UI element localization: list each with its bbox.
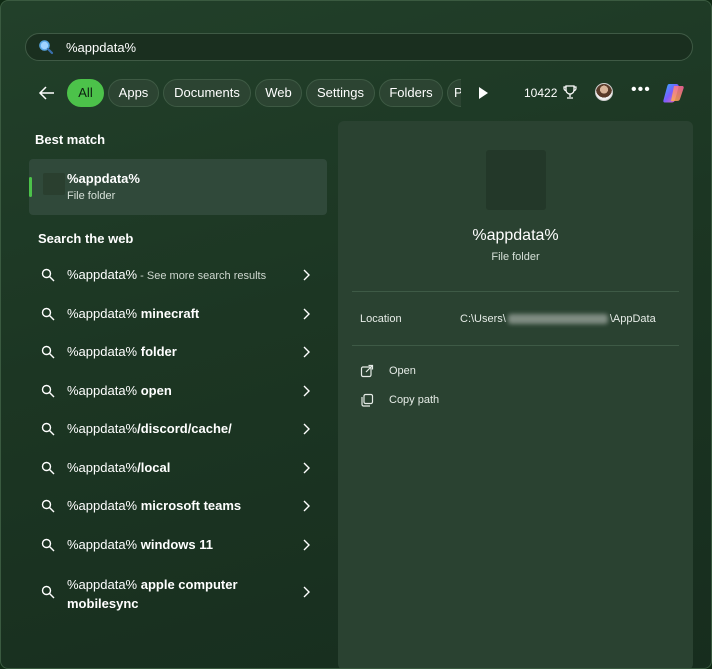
folder-icon <box>486 150 546 210</box>
location-suffix: \AppData <box>609 313 656 325</box>
web-result-row[interactable]: %appdata% apple computer mobilesync <box>27 567 329 615</box>
web-result-row[interactable]: %appdata% minecraft <box>27 296 329 332</box>
web-result-row[interactable]: %appdata%/local <box>27 450 329 486</box>
web-result-query: %appdata% <box>67 537 138 552</box>
tab-settings[interactable]: Settings <box>306 79 375 107</box>
web-result-row[interactable]: %appdata% microsoft teams <box>27 488 329 524</box>
best-match-item[interactable]: %appdata% File folder <box>29 159 327 215</box>
web-result-suffix: folder <box>137 344 177 359</box>
chevron-right-icon <box>303 462 310 474</box>
copy-path-label: Copy path <box>389 394 440 406</box>
web-result-suffix: /local <box>137 460 171 475</box>
selection-indicator <box>29 177 32 197</box>
web-result-suffix: minecraft <box>137 306 200 321</box>
chevron-right-icon <box>303 500 310 512</box>
search-box[interactable]: %appdata% <box>25 33 693 61</box>
detail-title: %appdata% <box>472 227 559 244</box>
web-result-suffix: /discord/cache/ <box>137 421 232 436</box>
web-result-row[interactable]: %appdata% open <box>27 373 329 409</box>
web-result-row[interactable]: %appdata% folder <box>27 334 329 370</box>
search-input[interactable]: %appdata% <box>66 40 136 55</box>
web-result-query: %appdata% <box>67 306 138 321</box>
redacted-username <box>507 314 608 325</box>
tab-documents[interactable]: Documents <box>163 79 251 107</box>
web-result-query: %appdata% <box>67 383 138 398</box>
divider <box>352 345 679 346</box>
web-result-row[interactable]: %appdata% - See more search results <box>27 257 329 293</box>
chevron-right-icon <box>303 346 310 358</box>
web-result-suffix: microsoft teams <box>137 498 242 513</box>
detail-panel: %appdata% File folder Location C:\Users\… <box>338 121 693 668</box>
filter-tabs: All Apps Documents Web Settings Folders … <box>1 78 711 108</box>
web-result-suffix: windows 11 <box>137 537 213 552</box>
search-icon <box>41 345 55 359</box>
best-match-subtitle: File folder <box>67 190 116 202</box>
copilot-icon[interactable] <box>661 80 687 106</box>
search-icon <box>41 422 55 436</box>
tab-all[interactable]: All <box>67 79 104 107</box>
web-result-suffix: apple computer <box>137 577 238 592</box>
back-arrow-icon[interactable] <box>37 83 57 103</box>
tab-folders[interactable]: Folders <box>379 79 443 107</box>
results-list: Best match %appdata% File folder Search … <box>27 121 329 661</box>
open-label: Open <box>389 365 416 377</box>
web-result-query: %appdata% <box>67 577 138 592</box>
web-result-query: %appdata% <box>67 498 138 513</box>
tab-web[interactable]: Web <box>255 79 302 107</box>
web-result-suffix: open <box>137 383 172 398</box>
rewards-points: 10422 <box>524 86 558 100</box>
web-result-query: %appdata% <box>67 267 138 282</box>
web-result-query: %appdata% <box>67 344 138 359</box>
search-web-heading: Search the web <box>38 231 134 246</box>
folder-icon <box>43 173 65 195</box>
tab-photos[interactable]: P <box>447 79 461 107</box>
web-result-suffix-line2: mobilesync <box>67 596 139 611</box>
tab-apps[interactable]: Apps <box>108 79 159 107</box>
search-icon <box>41 499 55 513</box>
start-search-window: %appdata% All Apps Documents Web Setting… <box>0 0 712 669</box>
open-external-icon <box>360 364 374 378</box>
location-path: C:\Users\ \AppData <box>460 313 656 325</box>
divider <box>352 291 679 292</box>
location-prefix: C:\Users\ <box>460 313 506 325</box>
location-label: Location <box>360 313 402 325</box>
web-result-hint: - See more search results <box>137 270 267 282</box>
rewards-trophy-icon[interactable] <box>562 84 578 100</box>
chevron-right-icon <box>303 308 310 320</box>
web-result-row[interactable]: %appdata% windows 11 <box>27 527 329 563</box>
web-result-query: %appdata% <box>67 460 138 475</box>
chevron-right-icon <box>303 385 310 397</box>
search-icon <box>39 40 54 55</box>
chevron-right-icon <box>303 423 310 435</box>
best-match-heading: Best match <box>35 132 106 147</box>
web-result-row[interactable]: %appdata%/discord/cache/ <box>27 411 329 447</box>
detail-subtitle: File folder <box>491 251 540 263</box>
user-avatar[interactable] <box>595 83 613 101</box>
best-match-title: %appdata% <box>67 171 140 186</box>
chevron-right-icon <box>303 269 310 281</box>
search-icon <box>41 307 55 321</box>
web-result-query: %appdata% <box>67 421 138 436</box>
chevron-right-icon <box>303 539 310 551</box>
more-tabs-arrow-icon[interactable] <box>475 85 491 101</box>
chevron-right-icon <box>303 586 310 598</box>
search-icon <box>41 538 55 552</box>
more-options-icon[interactable]: ••• <box>631 81 651 99</box>
search-icon <box>41 268 55 282</box>
copy-icon <box>361 393 374 407</box>
search-icon <box>41 461 55 475</box>
search-icon <box>41 585 55 599</box>
search-icon <box>41 384 55 398</box>
